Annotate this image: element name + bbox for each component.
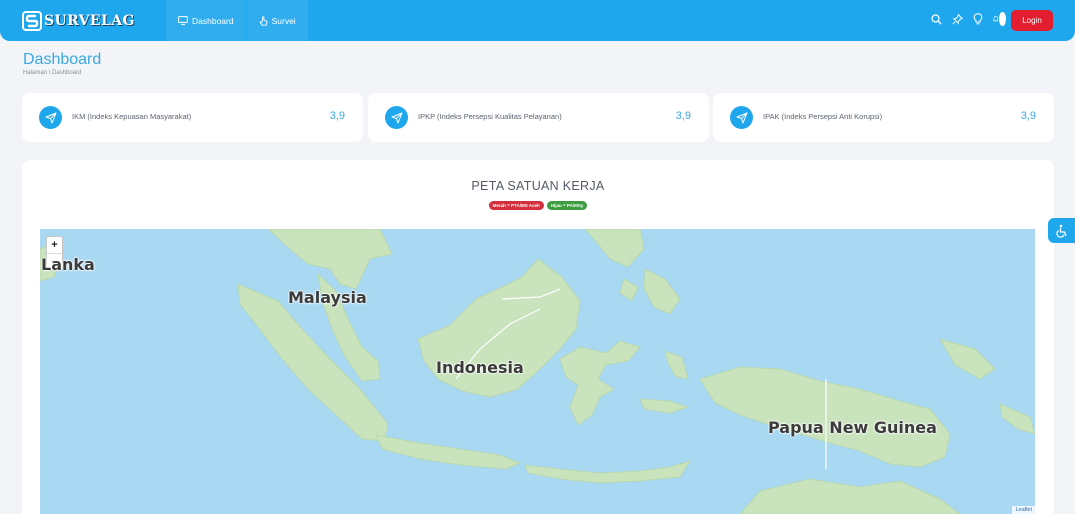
- send-icon: [730, 106, 753, 129]
- map-label-indonesia: Indonesia: [436, 358, 524, 377]
- top-navbar: SURVELAG Dashboard Survei Login: [0, 0, 1075, 41]
- lightbulb-icon[interactable]: [972, 12, 984, 26]
- main-nav: Dashboard Survei: [166, 0, 308, 41]
- nav-survei[interactable]: Survei: [246, 0, 308, 41]
- stat-label: IPAK (Indeks Persepsi Anti Korupsi): [763, 112, 883, 121]
- accessibility-button[interactable]: [1048, 218, 1075, 243]
- logo-icon: [22, 11, 42, 31]
- map-label-papua: Papua New Guinea: [768, 418, 937, 437]
- stat-label: IKM (Indeks Kepuasan Masyarakat): [72, 112, 192, 121]
- login-button[interactable]: Login: [1011, 10, 1053, 31]
- map-label-lanka: Lanka: [41, 255, 95, 274]
- page-title: Dashboard: [23, 51, 102, 68]
- map-card: PETA SATUAN KERJA Merah = PTA/MS Aceh Hi…: [22, 160, 1054, 514]
- stat-label: IPKP (Indeks Persepsi Kualitas Pelayanan…: [418, 112, 562, 121]
- stat-card-ipak: IPAK (Indeks Persepsi Anti Korupsi) 3,9: [713, 93, 1054, 142]
- map-view[interactable]: + − Lanka Malaysia Indonesia Papua New G…: [40, 229, 1035, 514]
- monitor-icon: [178, 16, 188, 25]
- nav-dashboard[interactable]: Dashboard: [166, 0, 246, 41]
- nav-dashboard-label: Dashboard: [192, 15, 234, 26]
- stat-value: 3,9: [1020, 110, 1036, 122]
- notification-dot: [999, 12, 1006, 26]
- send-icon: [39, 106, 62, 129]
- legend-badge-green: Hijau = PA/MSy: [546, 201, 588, 210]
- stat-card-ikm: IKM (Indeks Kepuasan Masyarakat) 3,9: [22, 93, 363, 142]
- pin-icon[interactable]: [951, 12, 963, 26]
- zoom-in-button[interactable]: +: [47, 237, 62, 253]
- stat-card-ipkp: IPKP (Indeks Persepsi Kualitas Pelayanan…: [368, 93, 709, 142]
- logo[interactable]: SURVELAG: [22, 10, 135, 32]
- toolbar-icons: [930, 12, 1006, 26]
- nav-survei-label: Survei: [271, 15, 296, 26]
- hand-pointer-icon: [259, 15, 268, 26]
- stat-value: 3,9: [675, 110, 691, 122]
- search-icon[interactable]: [930, 12, 942, 26]
- breadcrumb: Halaman \ Dashboard: [23, 70, 82, 76]
- map-title: PETA SATUAN KERJA: [471, 179, 605, 193]
- map-tiles: [40, 229, 1035, 514]
- map-label-malaysia: Malaysia: [288, 288, 367, 307]
- legend-badge-red: Merah = PTA/MS Aceh: [488, 201, 544, 210]
- wheelchair-icon: [1055, 224, 1067, 238]
- bell-icon[interactable]: [993, 12, 1006, 26]
- map-attribution[interactable]: Leaflet: [1012, 506, 1035, 514]
- logo-text: SURVELAG: [44, 13, 135, 29]
- send-icon: [385, 106, 408, 129]
- map-legend: Merah = PTA/MS Aceh Hijau = PA/MSy: [22, 201, 1054, 210]
- stat-value: 3,9: [329, 110, 345, 122]
